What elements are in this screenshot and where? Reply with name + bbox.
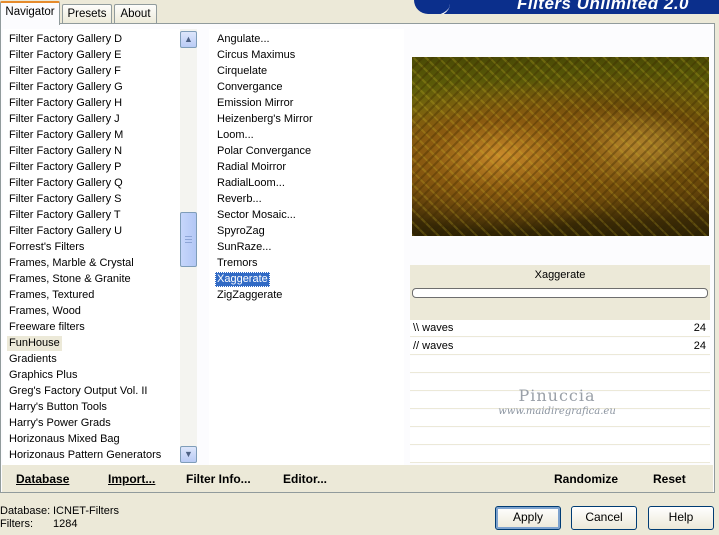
cancel-button[interactable]: Cancel (571, 506, 637, 530)
category-item[interactable]: Frames, Stone & Granite (7, 272, 133, 287)
category-item[interactable]: Filter Factory Gallery S (7, 192, 123, 207)
apply-button[interactable]: Apply (495, 506, 561, 530)
tab-navigator[interactable]: Navigator (0, 1, 60, 25)
header-banner: Filters Unlimited 2.0 (414, 0, 719, 14)
param-slot-empty (410, 428, 710, 445)
scroll-thumb[interactable] (180, 212, 197, 267)
import-button[interactable]: Import... (108, 471, 155, 487)
category-list[interactable]: Filter Factory Gallery D Filter Factory G… (3, 29, 197, 465)
preview-image (412, 57, 709, 236)
filter-item[interactable]: SunRaze... (215, 240, 273, 255)
filter-item[interactable]: Heizenberg's Mirror (215, 112, 315, 127)
param-slider-waves-2[interactable]: // waves 24 (410, 338, 710, 355)
category-item[interactable]: FunHouse (7, 336, 62, 351)
category-item[interactable]: Filter Factory Gallery J (7, 112, 122, 127)
filter-item[interactable]: Xaggerate (215, 272, 270, 287)
filter-item[interactable]: Angulate... (215, 32, 272, 47)
filter-item[interactable]: Circus Maximus (215, 48, 297, 63)
category-item[interactable]: Freeware filters (7, 320, 87, 335)
filters-label: Filters: (0, 518, 33, 530)
database-status: Database: ICNET-Filters (0, 505, 119, 518)
category-item[interactable]: Frames, Textured (7, 288, 96, 303)
watermark-url: www.maidiregrafica.eu (498, 406, 616, 417)
category-item[interactable]: Graphics Plus (7, 368, 79, 383)
filter-name-box: Xaggerate (410, 265, 710, 320)
reset-button[interactable]: Reset (653, 471, 686, 487)
randomize-button[interactable]: Randomize (554, 471, 618, 487)
filter-item[interactable]: Tremors (215, 256, 260, 271)
tab-about[interactable]: About (114, 4, 157, 24)
category-item[interactable]: Filter Factory Gallery H (7, 96, 124, 111)
category-item[interactable]: Filter Factory Gallery D (7, 32, 124, 47)
database-label: Database: (0, 505, 51, 517)
category-item[interactable]: Horizonaus Pattern Generators (7, 448, 163, 463)
param-label: // waves (413, 340, 454, 352)
category-item[interactable]: Harry's Power Grads (7, 416, 113, 431)
param-value: 24 (693, 322, 706, 334)
category-item[interactable]: Filter Factory Gallery E (7, 48, 123, 63)
watermark-name: Pinuccia (518, 386, 596, 405)
param-slider-waves-1[interactable]: \\ waves 24 (410, 320, 710, 337)
grip-line (185, 239, 192, 240)
progress-bar (412, 288, 708, 298)
category-item[interactable]: Greg's Factory Output Vol. II (7, 384, 149, 399)
filter-item[interactable]: Sector Mosaic... (215, 208, 298, 223)
toolbar: Database Import... Filter Info... Editor… (2, 465, 713, 492)
category-item[interactable]: Filter Factory Gallery U (7, 224, 124, 239)
filter-item[interactable]: ZigZaggerate (215, 288, 284, 303)
chevron-down-icon: ▼ (184, 449, 193, 459)
param-label: \\ waves (413, 322, 454, 334)
category-item[interactable]: Filter Factory Gallery M (7, 128, 125, 143)
filters-status: Filters: 1284 (0, 518, 77, 531)
category-item[interactable]: Filter Factory Gallery T (7, 208, 123, 223)
param-slot-empty (410, 356, 710, 373)
category-item[interactable]: Frames, Marble & Crystal (7, 256, 136, 271)
category-item[interactable]: Horizonaus Mixed Bag (7, 432, 122, 447)
grip-line (185, 242, 192, 243)
tab-bar: Navigator Presets About (0, 0, 170, 25)
current-filter-name: Xaggerate (534, 269, 586, 281)
filter-list[interactable]: Angulate... Circus Maximus Cirquelate Conve… (209, 29, 404, 465)
param-value: 24 (693, 340, 706, 352)
category-item[interactable]: Frames, Wood (7, 304, 83, 319)
category-item[interactable]: Forrest's Filters (7, 240, 86, 255)
database-value: ICNET-Filters (53, 505, 119, 517)
filter-item[interactable]: Cirquelate (215, 64, 269, 79)
filter-item[interactable]: Loom... (215, 128, 256, 143)
database-button[interactable]: Database (16, 471, 69, 487)
filter-item[interactable]: Radial Moirror (215, 160, 288, 175)
grip-line (185, 236, 192, 237)
scroll-down-button[interactable]: ▼ (180, 446, 197, 463)
preview-panel: Xaggerate \\ waves 24 // waves 24 Pinucc… (407, 24, 712, 464)
category-item[interactable]: Filter Factory Gallery G (7, 80, 125, 95)
filter-item[interactable]: RadialLoom... (215, 176, 287, 191)
help-button[interactable]: Help (648, 506, 714, 530)
category-item[interactable]: Harry's Button Tools (7, 400, 109, 415)
editor-button[interactable]: Editor... (283, 471, 327, 487)
filter-item[interactable]: Polar Convergance (215, 144, 313, 159)
filter-item[interactable]: SpyroZag (215, 224, 267, 239)
chevron-up-icon: ▲ (184, 34, 193, 44)
param-slot-empty (410, 446, 710, 463)
app-title: Filters Unlimited 2.0 (516, 0, 689, 13)
category-item[interactable]: Gradients (7, 352, 59, 367)
filter-info-button[interactable]: Filter Info... (186, 471, 251, 487)
category-item[interactable]: Filter Factory Gallery F (7, 64, 123, 79)
tab-presets[interactable]: Presets (62, 4, 112, 24)
category-item[interactable]: Filter Factory Gallery Q (7, 176, 125, 191)
scroll-up-button[interactable]: ▲ (180, 31, 197, 48)
filter-item[interactable]: Reverb... (215, 192, 264, 207)
filters-count: 1284 (53, 518, 78, 530)
category-scrollbar[interactable]: ▲ ▼ (180, 29, 197, 463)
filter-item[interactable]: Convergance (215, 80, 284, 95)
filter-item[interactable]: Emission Mirror (215, 96, 295, 111)
category-item[interactable]: Filter Factory Gallery N (7, 144, 124, 159)
navigator-panel: Filter Factory Gallery D Filter Factory G… (0, 23, 715, 493)
category-item[interactable]: Filter Factory Gallery P (7, 160, 123, 175)
